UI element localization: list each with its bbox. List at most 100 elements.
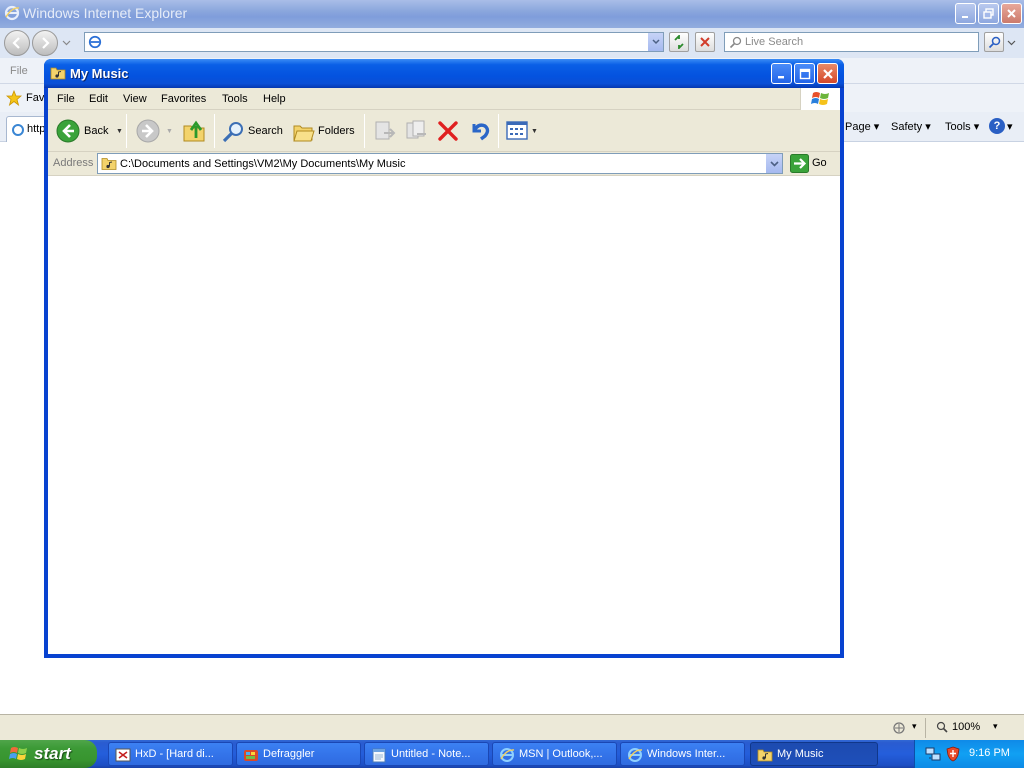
defraggler-icon	[244, 750, 258, 761]
loading-icon	[12, 124, 24, 136]
chevron-down-icon[interactable]	[1007, 40, 1016, 46]
search-button[interactable]: Search	[220, 114, 284, 148]
close-icon	[1007, 9, 1016, 18]
start-label: start	[34, 744, 71, 763]
menu-view[interactable]: View	[123, 93, 147, 105]
ie-tab-label: http	[27, 123, 46, 135]
address-input[interactable]: C:\Documents and Settings\VM2\My Documen…	[97, 153, 783, 174]
ie-cmd-tools[interactable]: Tools ▾	[945, 120, 979, 133]
folder-music-icon	[757, 749, 773, 762]
menu-tools[interactable]: Tools	[222, 93, 248, 105]
ie-cmd-page[interactable]: Page ▾	[845, 120, 879, 133]
views-icon[interactable]	[506, 121, 528, 141]
start-button[interactable]: start	[0, 740, 97, 768]
ie-address-input[interactable]	[84, 32, 664, 52]
delete-icon[interactable]	[436, 119, 460, 143]
ie-minimize-button[interactable]	[955, 3, 976, 24]
minimize-icon	[777, 75, 784, 78]
address-label: Address	[53, 157, 94, 169]
back-button[interactable]: Back	[52, 114, 124, 148]
forward-dropdown[interactable]: ▼	[166, 128, 173, 135]
back-dropdown[interactable]: ▼	[116, 128, 123, 135]
menubar: File Edit View Favorites Tools Help	[48, 88, 840, 110]
task-hxd[interactable]: HxD - [Hard di...	[108, 742, 233, 766]
task-notepad[interactable]: Untitled - Note...	[364, 742, 489, 766]
explorer-titlebar[interactable]: My Music	[44, 59, 844, 88]
task-label: HxD - [Hard di...	[135, 748, 214, 760]
windows-logo-icon	[810, 92, 829, 105]
minimize-icon	[961, 15, 968, 18]
menu-help[interactable]: Help	[263, 93, 286, 105]
ie-back-button[interactable]	[4, 30, 30, 56]
refresh-icon	[674, 35, 684, 49]
address-dropdown[interactable]	[765, 154, 782, 173]
close-button[interactable]	[817, 63, 838, 84]
ie-favorites-label[interactable]: Fav	[26, 92, 44, 104]
ie-title: Windows Internet Explorer	[23, 5, 188, 21]
star-icon[interactable]	[6, 90, 22, 106]
ie-close-button[interactable]	[1001, 3, 1022, 24]
ie-cmd-tools-label: Tools	[945, 121, 971, 133]
folders-button[interactable]: Folders	[290, 114, 360, 148]
ie-logo-icon	[500, 748, 515, 762]
protected-mode-icon[interactable]	[892, 721, 908, 735]
ie-page-icon	[88, 35, 102, 49]
stop-icon	[700, 37, 710, 47]
chevron-down-icon[interactable]: ▾	[993, 721, 998, 732]
search-label: Search	[248, 125, 283, 137]
help-icon[interactable]: ?	[989, 118, 1005, 134]
task-defraggler[interactable]: Defraggler	[236, 742, 361, 766]
network-icon[interactable]	[925, 746, 941, 762]
task-msn[interactable]: MSN | Outlook,...	[492, 742, 617, 766]
forward-arrow-icon[interactable]	[136, 119, 160, 143]
ie-titlebar[interactable]: Windows Internet Explorer	[0, 0, 1024, 28]
minimize-button[interactable]	[771, 63, 792, 84]
clock[interactable]: 9:16 PM	[969, 747, 1010, 759]
folders-label: Folders	[318, 125, 355, 137]
ie-stop-button[interactable]	[695, 32, 715, 52]
file-list-area[interactable]	[48, 176, 840, 654]
folder-up-icon[interactable]	[182, 118, 208, 144]
folder-music-icon	[50, 67, 66, 80]
ie-search-input[interactable]: Live Search	[724, 32, 979, 52]
ie-refresh-button[interactable]	[669, 32, 689, 52]
toolbar-separator	[498, 114, 499, 148]
task-label: Defraggler	[263, 748, 315, 760]
ie-search-button[interactable]	[984, 32, 1004, 52]
views-dropdown[interactable]: ▼	[531, 128, 538, 135]
address-bar: Address C:\Documents and Settings\VM2\My…	[48, 152, 840, 176]
ie-address-dropdown[interactable]	[648, 33, 663, 51]
chevron-down-icon	[651, 39, 660, 45]
zoom-icon	[936, 721, 948, 733]
ie-cmd-page-label: Page	[845, 121, 871, 133]
maximize-button[interactable]	[794, 63, 815, 84]
ie-cmd-safety[interactable]: Safety ▾	[891, 120, 931, 133]
ie-forward-button[interactable]	[32, 30, 58, 56]
undo-icon[interactable]	[468, 119, 492, 143]
task-label: Untitled - Note...	[391, 748, 471, 760]
back-label: Back	[84, 125, 109, 137]
chevron-down-icon[interactable]	[62, 40, 71, 46]
menu-file[interactable]: File	[57, 93, 75, 105]
task-windows-internet-explorer[interactable]: Windows Inter...	[620, 742, 745, 766]
back-arrow-icon	[56, 119, 80, 143]
task-label: Windows Inter...	[647, 748, 726, 760]
ie-restore-button[interactable]	[978, 3, 999, 24]
menu-edit[interactable]: Edit	[89, 93, 108, 105]
copy-to-icon[interactable]	[404, 119, 428, 143]
move-to-icon[interactable]	[372, 119, 396, 143]
ie-menu-file[interactable]: File	[10, 65, 28, 77]
task-my-music[interactable]: My Music	[750, 742, 878, 766]
toolbar-separator	[214, 114, 215, 148]
chevron-down-icon[interactable]: ▾	[912, 721, 917, 732]
ie-zoom-level[interactable]: 100%	[952, 721, 980, 733]
ie-cmd-safety-label: Safety	[891, 121, 923, 133]
security-shield-icon[interactable]	[945, 746, 961, 762]
go-button[interactable]: Go	[788, 154, 838, 174]
search-icon	[988, 36, 1000, 48]
menu-favorites[interactable]: Favorites	[161, 93, 206, 105]
folders-icon	[293, 125, 315, 142]
toolbar: Back ▼ ▼ Search Folders ▼	[48, 110, 840, 152]
ie-help-dropdown[interactable]: ▾	[1007, 120, 1013, 133]
chevron-down-icon	[769, 160, 779, 167]
